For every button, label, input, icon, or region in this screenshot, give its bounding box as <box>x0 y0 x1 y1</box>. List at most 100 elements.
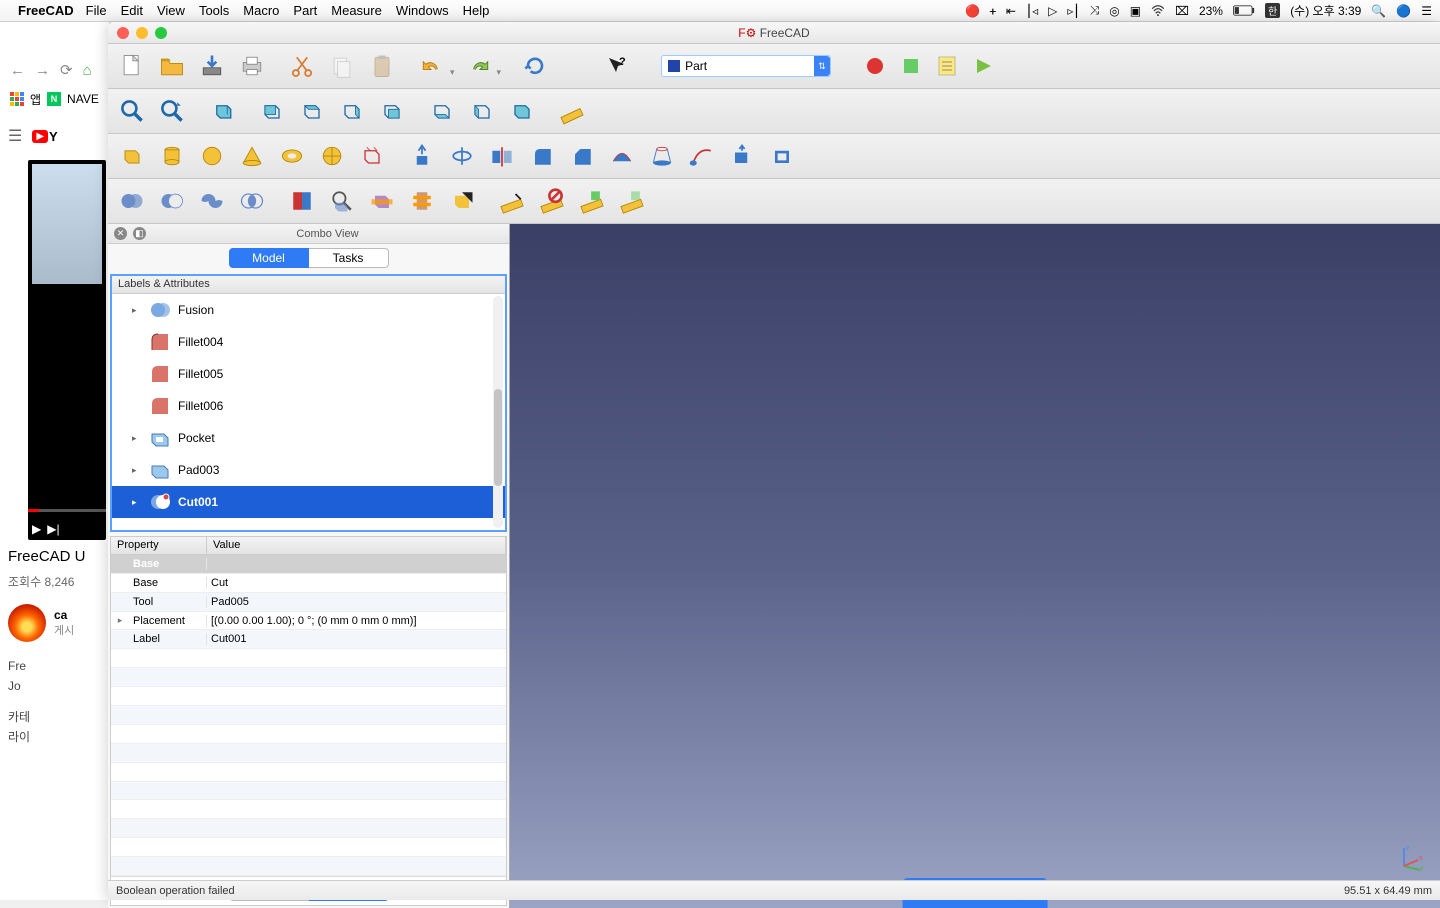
tree-node-fillet005[interactable]: Fillet005 <box>112 358 505 390</box>
tree-node-pad003[interactable]: ▸ Pad003 <box>112 454 505 486</box>
tree-node-fusion[interactable]: ▸ Fusion <box>112 294 505 326</box>
left-view-button[interactable] <box>464 93 500 129</box>
ruled-surface-button[interactable] <box>604 138 640 174</box>
yt-channel-name[interactable]: ca <box>54 608 74 622</box>
compound-filter-button[interactable] <box>444 183 480 219</box>
status-airplay-icon[interactable]: ⌧ <box>1175 4 1189 18</box>
expand-icon[interactable]: ▸ <box>132 465 142 476</box>
undo-button[interactable] <box>414 48 450 84</box>
menu-edit[interactable]: Edit <box>121 3 143 18</box>
extrude-button[interactable] <box>404 138 440 174</box>
appname-label[interactable]: FreeCAD <box>18 3 74 18</box>
workbench-dropdown-icon[interactable]: ⇅ <box>814 56 830 76</box>
primitives-button[interactable] <box>314 138 350 174</box>
status-prev-icon[interactable]: ⇤ <box>1006 4 1016 18</box>
menu-file[interactable]: File <box>86 3 107 18</box>
whatsthis-button[interactable]: ? <box>601 50 633 82</box>
redo-button[interactable] <box>461 48 497 84</box>
cone-button[interactable] <box>234 138 270 174</box>
status-menu-icon[interactable]: ☰ <box>1421 4 1432 18</box>
status-lang-icon[interactable]: 한 <box>1265 3 1280 18</box>
new-doc-button[interactable] <box>114 48 150 84</box>
macro-list-button[interactable] <box>931 50 963 82</box>
chamfer-button[interactable] <box>564 138 600 174</box>
macro-record-button[interactable] <box>859 50 891 82</box>
measure-clear-button[interactable] <box>534 183 570 219</box>
sphere-button[interactable] <box>194 138 230 174</box>
iso-view-button[interactable] <box>504 93 540 129</box>
section-button[interactable] <box>364 183 400 219</box>
bookmark-naver-label[interactable]: NAVE <box>67 92 99 106</box>
yt-video-player[interactable]: ▶ ▶| <box>28 160 106 540</box>
menu-help[interactable]: Help <box>463 3 490 18</box>
box-button[interactable] <box>114 138 150 174</box>
prop-value[interactable]: Cut <box>207 577 506 589</box>
macro-stop-button[interactable] <box>895 50 927 82</box>
prop-value[interactable]: [(0.00 0.00 1.00); 0 °; (0 mm 0 mm 0 mm)… <box>207 615 506 627</box>
offset-button[interactable] <box>724 138 760 174</box>
thickness-button[interactable] <box>764 138 800 174</box>
cylinder-button[interactable] <box>154 138 190 174</box>
expand-icon[interactable]: ▸ <box>132 305 142 316</box>
combo-close-icon[interactable]: ✕ <box>114 227 127 240</box>
print-button[interactable] <box>234 48 270 84</box>
nav-reload-icon[interactable]: ⟳ <box>60 61 73 79</box>
copy-button[interactable] <box>324 48 360 84</box>
bool-common-button[interactable] <box>234 183 270 219</box>
status-input-icon[interactable]: ᚐ <box>990 4 996 18</box>
tree-node-fillet006[interactable]: Fillet006 <box>112 390 505 422</box>
undo-dropdown-icon[interactable]: ▾ <box>450 67 455 84</box>
freecad-titlebar[interactable]: F⚙ FreeCAD <box>108 22 1440 44</box>
naver-favicon[interactable]: N <box>47 92 61 106</box>
macro-play-button[interactable] <box>967 50 999 82</box>
tree-node-pocket[interactable]: ▸ Pocket <box>112 422 505 454</box>
menu-macro[interactable]: Macro <box>243 3 279 18</box>
status-skip-back-icon[interactable]: ⎮◃ <box>1026 4 1038 18</box>
open-doc-button[interactable] <box>154 48 190 84</box>
tree-node-fillet004[interactable]: Fillet004 <box>112 326 505 358</box>
status-battery-icon[interactable] <box>1233 5 1255 16</box>
paste-button[interactable] <box>364 48 400 84</box>
tree-node-cut001[interactable]: ▸ Cut001 <box>112 486 505 518</box>
top-view-button[interactable] <box>294 93 330 129</box>
check-geometry-button[interactable] <box>324 183 360 219</box>
status-spotlight-icon[interactable]: 🔍 <box>1371 4 1386 18</box>
menu-tools[interactable]: Tools <box>199 3 229 18</box>
prop-value[interactable]: Pad005 <box>207 596 506 608</box>
bottom-view-button[interactable] <box>424 93 460 129</box>
tree-scrollbar[interactable] <box>493 296 503 528</box>
sweep-button[interactable] <box>684 138 720 174</box>
status-cc-icon[interactable]: ◎ <box>1109 4 1119 18</box>
yt-next-icon[interactable]: ▶| <box>47 522 59 536</box>
status-notif-icon[interactable]: 🔴 <box>965 4 980 18</box>
nav-back-icon[interactable]: ← <box>10 62 25 79</box>
measure-button[interactable] <box>554 93 590 129</box>
refresh-button[interactable] <box>517 48 553 84</box>
menu-part[interactable]: Part <box>293 3 317 18</box>
axo-view-button[interactable] <box>204 93 240 129</box>
nav-fwd-icon[interactable]: → <box>35 62 50 79</box>
mirror-button[interactable] <box>484 138 520 174</box>
front-view-button[interactable] <box>254 93 290 129</box>
combo-undock-icon[interactable]: ◧ <box>133 227 146 240</box>
torus-button[interactable] <box>274 138 310 174</box>
status-wifi-icon[interactable] <box>1151 5 1165 17</box>
3d-viewport[interactable]: ✕ ⚙ Unnamed : 1* z y x <box>510 224 1440 908</box>
yt-logo-icon[interactable]: ▶Y <box>32 129 57 144</box>
join-connect-button[interactable] <box>284 183 320 219</box>
tab-tasks[interactable]: Tasks <box>309 248 389 268</box>
bookmark-apps-label[interactable]: 앱 <box>30 91 41 108</box>
expand-icon[interactable]: ▸ <box>132 433 142 444</box>
fit-all-button[interactable] <box>114 93 150 129</box>
status-display-icon[interactable]: ▣ <box>1130 4 1141 18</box>
yt-play-icon[interactable]: ▶ <box>32 522 41 536</box>
measure-toggle-button[interactable] <box>574 183 610 219</box>
yt-channel-avatar[interactable] <box>8 604 46 642</box>
expand-icon[interactable]: ▸ <box>132 497 142 508</box>
status-skip-fwd-icon[interactable]: ▹⎮ <box>1067 4 1079 18</box>
fillet-button[interactable] <box>524 138 560 174</box>
save-doc-button[interactable] <box>194 48 230 84</box>
model-tree[interactable]: Labels & Attributes ▸ Fusion Fillet004 <box>110 274 507 532</box>
status-shuffle-icon[interactable]: ⤨ <box>1090 3 1100 18</box>
measure-toggle2-button[interactable] <box>614 183 650 219</box>
